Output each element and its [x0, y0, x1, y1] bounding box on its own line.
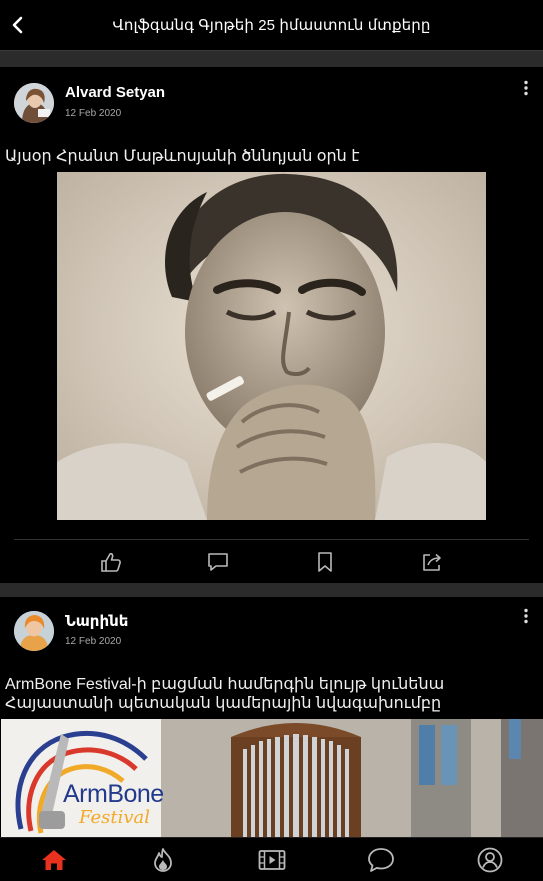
- separator: [0, 51, 543, 67]
- more-vertical-icon: [524, 80, 528, 96]
- nav-video[interactable]: [258, 846, 286, 874]
- home-icon: [42, 850, 66, 870]
- more-options-button[interactable]: [516, 606, 536, 626]
- nav-profile[interactable]: [476, 846, 504, 874]
- trending-icon: [154, 848, 172, 872]
- avatar[interactable]: [14, 83, 54, 123]
- comment-button[interactable]: [205, 549, 231, 575]
- portrait-photo: [57, 172, 486, 520]
- nav-home[interactable]: [40, 846, 68, 874]
- post-image[interactable]: ArmBone Festival: [1, 719, 543, 837]
- post-card: Alvard Setyan 12 Feb 2020 Այսօր Հրանտ Մա…: [0, 67, 543, 583]
- author-name[interactable]: Alvard Setyan: [65, 84, 165, 101]
- like-icon: [101, 552, 121, 572]
- post-date: 12 Feb 2020: [65, 636, 122, 647]
- post-card: Նարինե 12 Feb 2020 ArmBone Festival-ի բա…: [0, 597, 543, 837]
- share-button[interactable]: [419, 549, 445, 575]
- more-options-button[interactable]: [516, 78, 536, 98]
- chevron-left-icon: [12, 16, 23, 34]
- nav-chat[interactable]: [367, 846, 395, 874]
- share-icon: [423, 553, 441, 571]
- nav-trending[interactable]: [149, 846, 177, 874]
- app-header: Վոլֆգանգ Գյոթեի 25 իմաստուն մտքերը: [0, 0, 543, 51]
- avatar-image: [14, 83, 54, 123]
- author-name[interactable]: Նարինե: [65, 612, 128, 630]
- separator: [0, 583, 543, 597]
- like-button[interactable]: [98, 549, 124, 575]
- post-text: ArmBone Festival-ի բացման համերգին ելույ…: [5, 676, 445, 712]
- profile-icon: [477, 847, 503, 873]
- chat-icon: [368, 848, 394, 872]
- avatar[interactable]: [14, 611, 54, 651]
- post-date: 12 Feb 2020: [65, 108, 122, 119]
- comment-icon: [208, 553, 228, 571]
- video-icon: [258, 850, 286, 870]
- back-button[interactable]: [6, 13, 30, 37]
- post-image[interactable]: [57, 172, 486, 520]
- avatar-image: [14, 611, 54, 651]
- bookmark-button[interactable]: [312, 549, 338, 575]
- more-vertical-icon: [524, 608, 528, 624]
- page-title: Վոլֆգանգ Գյոթեի 25 իմաստուն մտքերը: [112, 17, 431, 34]
- festival-logo-subtext: Festival: [79, 807, 151, 828]
- divider: [14, 539, 529, 540]
- bottom-navigation: [0, 837, 543, 881]
- post-text: Այսօր Հրանտ Մաթևոսյանի ծննդյան օրն է: [5, 148, 360, 165]
- festival-logo-text: ArmBone: [63, 780, 164, 808]
- bookmark-icon: [318, 552, 332, 572]
